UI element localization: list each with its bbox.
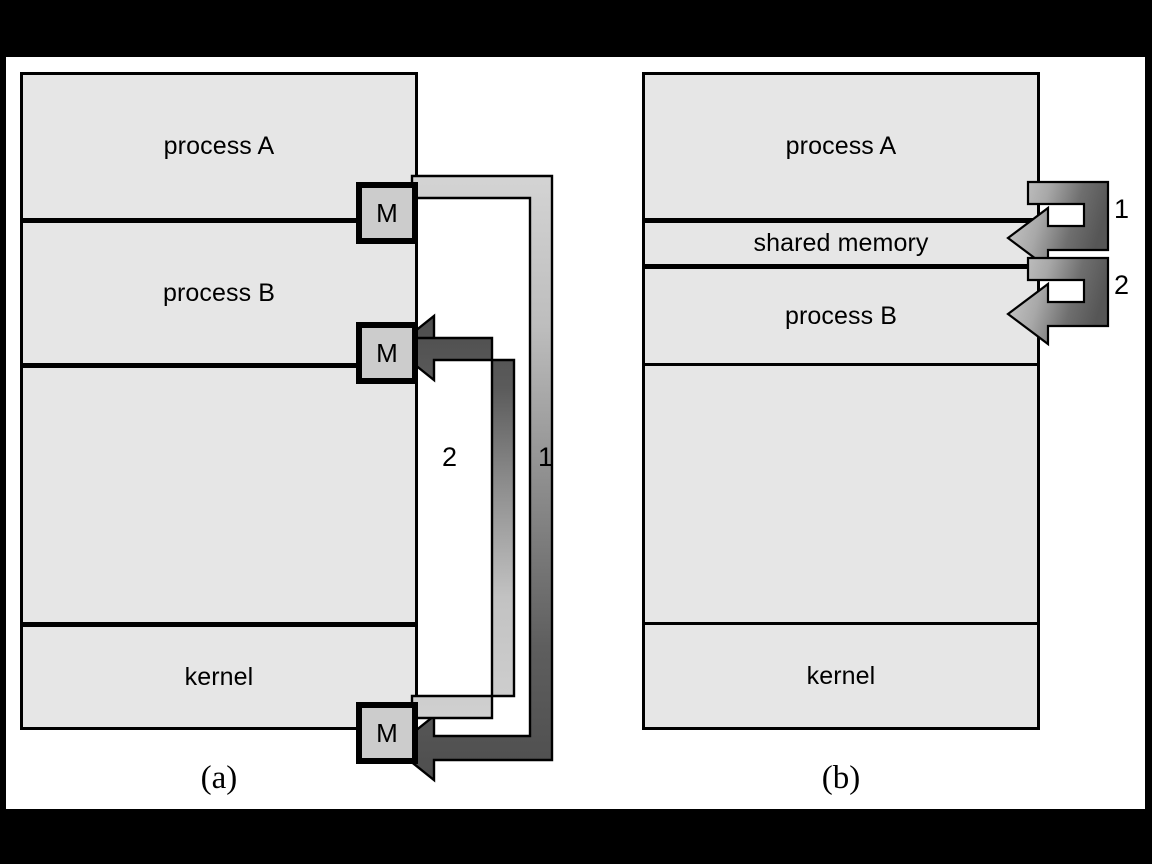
panel-b-memory-box: process A shared memory process B kernel (642, 72, 1040, 730)
panel-a-caption: (a) (200, 760, 238, 796)
figure-root: process A process B kernel M M M 2 1 (a)… (0, 0, 1152, 864)
panel-b-section-process-b: process B (645, 269, 1037, 363)
figure-page-surface: process A process B kernel M M M 2 1 (a)… (6, 57, 1145, 809)
panel-b-section-free-space (645, 366, 1037, 622)
panel-a-mailbox-process-a: M (356, 182, 418, 244)
panel-a-label-process-a: process A (163, 132, 275, 160)
panel-a-mailbox-kernel-label: M (376, 718, 398, 748)
panel-b: process A shared memory process B kernel… (642, 72, 1129, 795)
panel-a-step-number-1: 1 (538, 442, 554, 472)
panel-a-step-number-2: 2 (442, 442, 458, 472)
panel-b-label-kernel: kernel (806, 661, 876, 690)
panel-a: process A process B kernel M M M 2 1 (a) (20, 72, 554, 795)
panel-b-step-number-2: 2 (1114, 270, 1130, 300)
panel-a-section-free-space (23, 368, 415, 622)
panel-b-label-process-b: process B (784, 301, 898, 330)
panel-a-label-process-b: process B (162, 278, 276, 307)
panel-a-label-kernel: kernel (184, 662, 254, 691)
panel-b-section-process-a: process A (645, 75, 1037, 218)
panel-a-mailbox-kernel: M (356, 702, 418, 764)
panel-a-mailbox-process-a-label: M (376, 198, 398, 228)
panel-a-memory-box: process A process B kernel (20, 72, 418, 730)
panel-b-section-shared-memory: shared memory (645, 223, 1037, 264)
panel-b-caption: (b) (821, 760, 861, 796)
panel-a-mailbox-process-b: M (356, 322, 418, 384)
panel-b-step-number-1: 1 (1114, 194, 1130, 224)
panel-a-mailbox-process-b-label: M (376, 338, 398, 368)
panel-b-section-kernel: kernel (645, 625, 1037, 727)
panel-b-label-shared-memory: shared memory (753, 229, 929, 257)
panel-b-label-process-a: process A (785, 132, 897, 160)
